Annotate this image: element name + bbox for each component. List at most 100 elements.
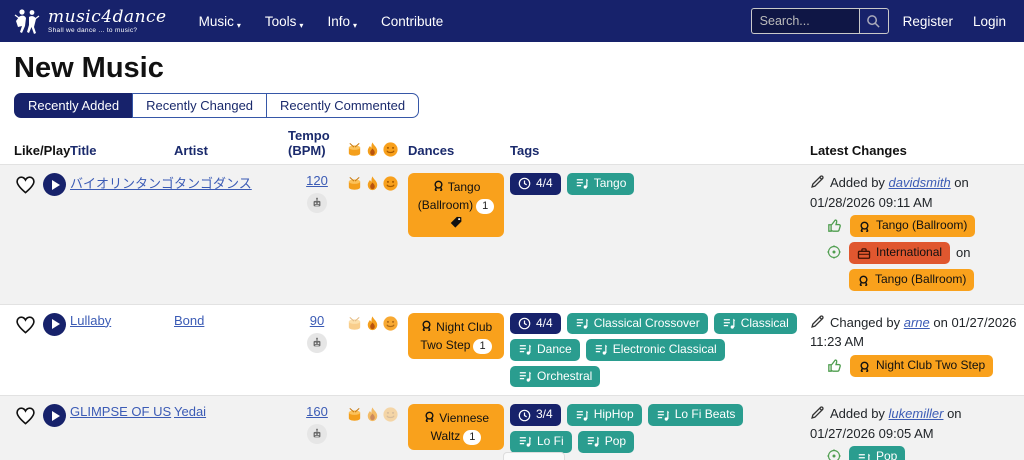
- music-list-icon: [518, 435, 532, 448]
- column-header-title[interactable]: Title: [70, 143, 174, 158]
- nav-item-info[interactable]: Info ▾: [317, 8, 367, 35]
- column-header-dances[interactable]: Dances: [408, 143, 510, 158]
- music-tag-pill[interactable]: Lo Fi Beats: [647, 404, 744, 426]
- tempo-link[interactable]: 120: [306, 173, 328, 188]
- column-header-tags[interactable]: Tags: [510, 143, 810, 158]
- dance-tag-pill[interactable]: Tango (Ballroom): [849, 268, 975, 291]
- time-tag-pill[interactable]: 4/4: [510, 173, 561, 195]
- artist-link[interactable]: Bond: [174, 313, 204, 328]
- change-entry: Changed by arne on 01/27/2026 11:23 AM: [810, 314, 1017, 350]
- brand-link[interactable]: music4dance Shall we dance ... to music?: [12, 7, 167, 35]
- music-list-icon: [722, 317, 736, 330]
- medal-icon: [423, 410, 436, 424]
- tab-recently-changed[interactable]: Recently Changed: [132, 93, 268, 118]
- artist-link[interactable]: Yedai: [174, 404, 206, 419]
- play-button[interactable]: [43, 173, 66, 196]
- clock-icon: [518, 177, 531, 190]
- brand-name: music4dance: [48, 6, 167, 27]
- tab-recently-added[interactable]: Recently Added: [14, 93, 134, 118]
- change-entry: Added by davidsmith on 01/28/2026 09:11 …: [810, 175, 969, 210]
- time-tag-pill[interactable]: 3/4: [510, 404, 561, 426]
- pencil-icon: [810, 405, 825, 420]
- style-tag-pill[interactable]: International: [849, 242, 951, 264]
- play-button[interactable]: [43, 404, 66, 428]
- dance-button[interactable]: Viennese Waltz 1: [408, 404, 504, 451]
- tab-recently-commented[interactable]: Recently Commented: [266, 93, 420, 118]
- music-list-icon: [518, 370, 532, 383]
- search-button[interactable]: [858, 8, 889, 34]
- dance-tag-pill[interactable]: Tango (Ballroom): [850, 215, 976, 237]
- user-link[interactable]: lukemiller: [889, 406, 944, 421]
- fire-icon: [364, 406, 381, 423]
- nav-item-contribute[interactable]: Contribute: [371, 8, 453, 35]
- top-navbar: music4dance Shall we dance ... to music?…: [0, 0, 1024, 42]
- login-link[interactable]: Login: [967, 10, 1012, 33]
- tempo-link[interactable]: 160: [306, 404, 328, 419]
- pencil-icon: [810, 314, 825, 329]
- medal-icon: [420, 319, 433, 333]
- robot-tempo-badge: [307, 332, 327, 353]
- tab-group: Recently Added Recently Changed Recently C…: [14, 93, 420, 118]
- table-row: GLIMPSE OF US Yedai 160 Viennese Waltz 1 …: [0, 395, 1024, 460]
- fire-icon: [364, 175, 381, 192]
- search-input[interactable]: [750, 8, 859, 34]
- music-tag-pill[interactable]: Dance: [510, 339, 580, 361]
- column-header-tempo[interactable]: Tempo (BPM): [288, 128, 340, 158]
- table-row: Lullaby Bond 90 Night Club Two Step 1 4/4…: [0, 303, 1024, 396]
- target-icon: [826, 448, 842, 460]
- nav-item-tools[interactable]: Tools ▾: [255, 8, 314, 35]
- nav-item-music[interactable]: Music ▾: [189, 8, 251, 35]
- play-button[interactable]: [43, 312, 66, 336]
- column-header-artist[interactable]: Artist: [174, 143, 288, 158]
- play-icon: [43, 312, 66, 336]
- robot-icon: [311, 197, 323, 209]
- dancers-logo-icon: [12, 7, 42, 35]
- drum-icon: [346, 315, 363, 332]
- brand-tagline: Shall we dance ... to music?: [48, 26, 138, 34]
- user-link[interactable]: arne: [904, 315, 930, 330]
- like-button[interactable]: [14, 174, 37, 195]
- like-button[interactable]: [14, 405, 37, 426]
- like-button[interactable]: [14, 314, 37, 335]
- smiley-icon: [382, 315, 399, 332]
- dance-count-badge: 1: [473, 338, 492, 354]
- user-link[interactable]: davidsmith: [889, 175, 951, 190]
- music-list-icon: [594, 343, 608, 356]
- dance-tag-pill[interactable]: Night Club Two Step: [850, 354, 994, 377]
- change-entry: Tango (Ballroom): [810, 215, 1018, 237]
- music-tag-pill[interactable]: Lo Fi: [510, 430, 572, 453]
- dance-button[interactable]: Night Club Two Step 1: [408, 312, 504, 359]
- play-icon: [43, 404, 66, 428]
- tag-icon: [449, 215, 463, 229]
- dance-button[interactable]: Tango (Ballroom) 1: [408, 173, 504, 237]
- music-tag-pill[interactable]: Electronic Classical: [585, 339, 725, 361]
- column-header-emojis: [346, 141, 408, 158]
- song-title-link[interactable]: GLIMPSE OF US: [70, 404, 171, 419]
- change-entry: Night Club Two Step: [810, 354, 1018, 377]
- music-tag-pill[interactable]: Pop: [849, 446, 906, 460]
- search-icon: [866, 14, 881, 29]
- heart-icon: [14, 174, 37, 195]
- register-link[interactable]: Register: [897, 10, 959, 33]
- pagination-button-partial[interactable]: [503, 452, 565, 460]
- song-title-link[interactable]: Lullaby: [70, 313, 111, 328]
- tempo-link[interactable]: 90: [310, 313, 324, 328]
- artist-link[interactable]: タンゴダンス: [174, 176, 252, 191]
- thumbs-up-icon: [826, 357, 843, 374]
- music-tag-pill[interactable]: Tango: [566, 173, 635, 195]
- medal-icon: [857, 274, 870, 288]
- music-tag-pill[interactable]: Orchestral: [510, 365, 601, 388]
- dance-count-badge: 1: [476, 199, 495, 214]
- smiley-icon: [382, 141, 399, 158]
- music-tag-pill[interactable]: Classical: [713, 312, 797, 335]
- robot-tempo-badge: [307, 193, 327, 213]
- music-tag-pill[interactable]: Pop: [577, 430, 635, 453]
- medal-icon: [858, 360, 871, 374]
- page-title: New Music: [14, 52, 164, 84]
- music-tag-pill[interactable]: Classical Crossover: [566, 312, 708, 335]
- time-tag-pill[interactable]: 4/4: [510, 312, 561, 335]
- briefcase-icon: [857, 247, 871, 260]
- song-title-link[interactable]: バイオリンタンゴ: [70, 176, 174, 191]
- music-tag-pill[interactable]: HipHop: [566, 404, 642, 426]
- target-icon: [826, 244, 842, 260]
